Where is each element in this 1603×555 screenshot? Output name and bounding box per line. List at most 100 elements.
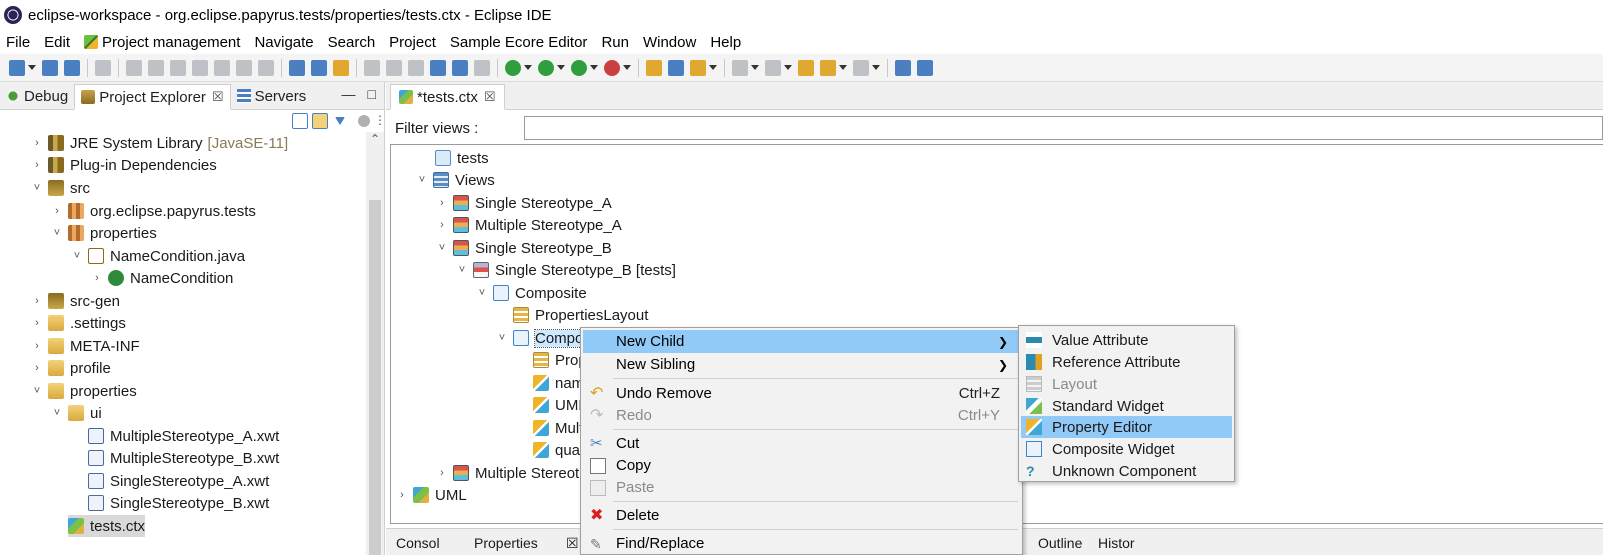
new-package-icon[interactable] bbox=[668, 59, 684, 76]
terminate-icon[interactable] bbox=[170, 59, 186, 76]
menu-navigate[interactable]: Navigate bbox=[247, 34, 320, 51]
context-tree-item[interactable]: › Multiple Stereot bbox=[435, 462, 579, 484]
step-over-icon[interactable] bbox=[236, 59, 252, 76]
tree-item[interactable]: ˅ properties bbox=[30, 380, 137, 402]
debug-dropdown-icon[interactable] bbox=[524, 65, 532, 70]
chevron-down-icon[interactable]: ˅ bbox=[415, 174, 429, 186]
view-menu-icon[interactable]: ⋮ bbox=[374, 113, 386, 129]
maximize-icon[interactable] bbox=[895, 59, 911, 76]
menu-project-management[interactable]: Project management bbox=[77, 34, 247, 51]
menu-item-reference-attribute[interactable]: Reference Attribute bbox=[1021, 351, 1232, 373]
chevron-down-icon[interactable]: ˅ bbox=[50, 227, 64, 239]
skip-breakpoints-icon[interactable] bbox=[95, 59, 111, 76]
context-tree-item[interactable]: › UML bbox=[395, 484, 467, 506]
coverage-dropdown-icon[interactable] bbox=[590, 65, 598, 70]
filter-icon[interactable] bbox=[335, 117, 345, 125]
chevron-down-icon[interactable]: ˅ bbox=[495, 332, 509, 344]
chevron-down-icon[interactable]: ˅ bbox=[30, 182, 44, 194]
tab-tests-ctx[interactable]: *tests.ctx ☒ bbox=[390, 84, 505, 110]
next-annotation-dropdown-icon[interactable] bbox=[751, 65, 759, 70]
external-tools-icon[interactable] bbox=[604, 59, 620, 76]
chevron-down-icon[interactable]: ˅ bbox=[50, 407, 64, 419]
tree-item[interactable]: SingleStereotype_B.xwt bbox=[88, 492, 269, 514]
tree-item[interactable]: ˅ ui bbox=[50, 402, 102, 424]
minimize-view-icon[interactable]: — bbox=[342, 86, 356, 102]
tree-item[interactable]: tests.ctx bbox=[68, 515, 146, 537]
menu-item-find-replace[interactable]: ✎ Find/Replace bbox=[583, 532, 1020, 555]
tree-item[interactable]: MultipleStereotype_A.xwt bbox=[88, 425, 279, 447]
menu-search[interactable]: Search bbox=[321, 34, 383, 51]
tab-console[interactable]: Consol bbox=[396, 535, 440, 551]
chevron-right-icon[interactable]: › bbox=[30, 137, 44, 149]
chevron-right-icon[interactable]: › bbox=[395, 489, 409, 501]
collapse-all-icon[interactable] bbox=[292, 113, 308, 129]
menu-item-copy[interactable]: Copy bbox=[583, 454, 1020, 477]
tab-outline[interactable]: Outline bbox=[1038, 535, 1082, 551]
menu-item-unknown-component[interactable]: ? Unknown Component bbox=[1021, 460, 1232, 482]
tab-history[interactable]: Histor bbox=[1098, 535, 1135, 551]
debug-target-icon[interactable] bbox=[364, 59, 380, 76]
chevron-right-icon[interactable]: › bbox=[30, 295, 44, 307]
coverage-icon[interactable] bbox=[571, 59, 587, 76]
menu-item-standard-widget[interactable]: Standard Widget bbox=[1021, 395, 1232, 417]
previous-annotation-dropdown-icon[interactable] bbox=[784, 65, 792, 70]
step-into-icon[interactable] bbox=[214, 59, 230, 76]
chevron-right-icon[interactable]: › bbox=[30, 362, 44, 374]
context-tree-item[interactable]: nam bbox=[533, 372, 584, 394]
back-icon[interactable] bbox=[820, 59, 836, 76]
menu-file[interactable]: File bbox=[0, 34, 37, 51]
back-dropdown-icon[interactable] bbox=[839, 65, 847, 70]
menu-item-redo[interactable]: ↷ Redo Ctrl+Y bbox=[583, 404, 1020, 427]
chevron-right-icon[interactable]: › bbox=[30, 317, 44, 329]
tab-properties[interactable]: Properties bbox=[474, 535, 538, 551]
context-tree-item[interactable]: Mult bbox=[533, 417, 583, 439]
scroll-up-icon[interactable]: ⌃ bbox=[366, 132, 384, 150]
launch-dropdown-icon[interactable] bbox=[709, 65, 717, 70]
chevron-right-icon[interactable]: › bbox=[90, 272, 104, 284]
chevron-right-icon[interactable]: › bbox=[30, 340, 44, 352]
open-folder-icon[interactable] bbox=[646, 59, 662, 76]
resume-icon[interactable] bbox=[126, 59, 142, 76]
menu-window[interactable]: Window bbox=[636, 34, 703, 51]
chevron-down-icon[interactable]: ˅ bbox=[30, 385, 44, 397]
menu-item-undo-remove[interactable]: ↶ Undo Remove Ctrl+Z bbox=[583, 382, 1020, 405]
menu-project[interactable]: Project bbox=[382, 34, 443, 51]
tree-item[interactable]: ˅ properties bbox=[50, 222, 157, 244]
quick-fix-icon[interactable] bbox=[333, 59, 349, 76]
context-tree-item[interactable]: ˅ Composite bbox=[475, 282, 587, 304]
chevron-right-icon[interactable]: › bbox=[435, 197, 449, 209]
menu-item-composite-widget[interactable]: Composite Widget bbox=[1021, 438, 1232, 460]
menu-item-property-editor[interactable]: Property Editor bbox=[1021, 416, 1232, 438]
save-icon[interactable] bbox=[42, 59, 58, 76]
tree-item[interactable]: SingleStereotype_A.xwt bbox=[88, 470, 269, 492]
context-tree-item[interactable]: › Multiple Stereotype_A bbox=[435, 214, 622, 236]
tree-item[interactable]: › META-INF bbox=[30, 335, 140, 357]
disconnect-icon[interactable] bbox=[192, 59, 208, 76]
chevron-down-icon[interactable]: ˅ bbox=[435, 242, 449, 254]
tree-item[interactable]: › JRE System Library [JavaSE-11] bbox=[30, 132, 288, 154]
left-scrollbar[interactable]: ⌃ bbox=[366, 132, 384, 555]
menu-item-new-child[interactable]: New Child ❯ bbox=[583, 330, 1020, 353]
previous-annotation-icon[interactable] bbox=[765, 59, 781, 76]
chevron-down-icon[interactable]: ˅ bbox=[455, 264, 469, 276]
menu-item-layout[interactable]: Layout bbox=[1021, 373, 1232, 395]
tree-item[interactable]: › Plug-in Dependencies bbox=[30, 154, 217, 176]
scissors-icon[interactable] bbox=[408, 59, 424, 76]
chevron-down-icon[interactable]: ˅ bbox=[70, 250, 84, 262]
new-icon[interactable] bbox=[9, 59, 25, 76]
tree-item[interactable]: › org.eclipse.papyrus.tests bbox=[50, 200, 256, 222]
link-with-editor-icon[interactable] bbox=[312, 113, 328, 129]
tree-item[interactable]: ˅ src bbox=[30, 177, 90, 199]
close-icon[interactable]: ☒ bbox=[212, 89, 224, 105]
focus-icon[interactable] bbox=[358, 115, 370, 127]
open-perspective-icon[interactable] bbox=[430, 59, 446, 76]
chevron-right-icon[interactable]: › bbox=[435, 467, 449, 479]
tree-item[interactable]: › profile bbox=[30, 357, 111, 379]
forward-icon[interactable] bbox=[853, 59, 869, 76]
tab-debug[interactable]: Debug bbox=[0, 83, 74, 109]
context-tree-item[interactable]: qual bbox=[533, 439, 583, 461]
maximize-view-icon[interactable]: □ bbox=[368, 86, 376, 102]
forward-dropdown-icon[interactable] bbox=[872, 65, 880, 70]
minimize-icon[interactable] bbox=[917, 59, 933, 76]
chevron-right-icon[interactable]: › bbox=[435, 219, 449, 231]
